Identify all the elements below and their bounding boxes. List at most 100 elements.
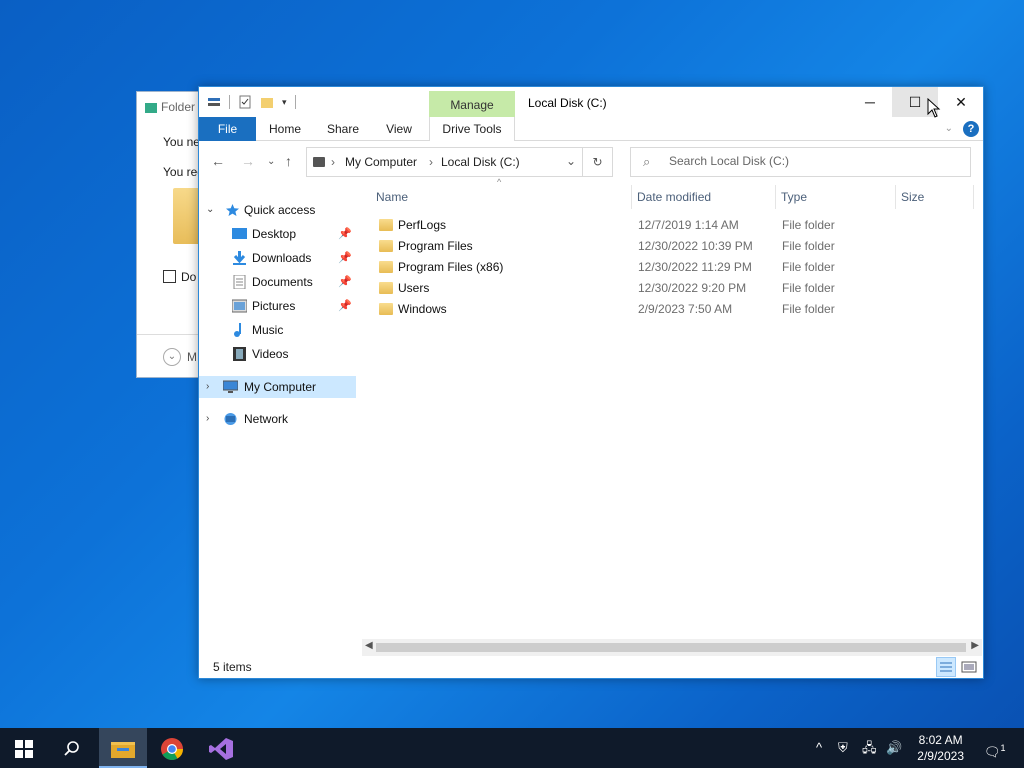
file-name: PerfLogs — [398, 218, 447, 232]
search-icon — [64, 741, 79, 756]
file-explorer-window: ▾ Manage Local Disk (C:) ─ ☐ ✕ File Home… — [198, 86, 984, 679]
chevron-right-icon[interactable]: › — [206, 376, 209, 398]
file-name: Users — [398, 281, 430, 295]
breadcrumb-local-disk[interactable]: Local Disk (C:) — [441, 155, 520, 169]
nav-label: Downloads — [252, 251, 312, 265]
search-input[interactable] — [669, 154, 959, 168]
forward-button[interactable]: → — [241, 153, 255, 169]
horizontal-scrollbar[interactable]: ◀ ▶ — [362, 639, 982, 656]
network-icon[interactable]: 🖧 — [862, 728, 877, 768]
security-icon[interactable]: ⛨ — [838, 728, 848, 768]
scroll-right-icon[interactable]: ▶ — [971, 640, 979, 651]
folder-options-icon — [145, 102, 157, 113]
file-type: File folder — [782, 260, 835, 274]
file-type: File folder — [782, 302, 835, 316]
visual-studio-taskbar-button[interactable] — [197, 728, 245, 768]
new-folder-icon[interactable] — [260, 95, 274, 109]
visual-studio-icon — [209, 738, 233, 761]
window-title: Local Disk (C:) — [528, 96, 607, 110]
address-bar[interactable]: › My Computer › Local Disk (C:) ⌄ ↻ — [306, 147, 613, 177]
scrollbar-thumb[interactable] — [376, 643, 966, 652]
tab-file[interactable]: File — [199, 117, 256, 141]
file-type: File folder — [782, 239, 835, 253]
close-button[interactable]: ✕ — [938, 87, 984, 117]
search-box[interactable]: ⌕ — [630, 147, 971, 177]
chevron-right-icon[interactable]: › — [331, 155, 335, 169]
list-item[interactable]: Program Files (x86) 12/30/2022 11:29 PM … — [375, 257, 975, 278]
file-name: Program Files — [398, 239, 473, 253]
clock-date: 2/9/2023 — [917, 749, 964, 763]
sidebar-item-documents[interactable]: Documents 📌 — [199, 271, 356, 293]
navigation-pane: ⌄ Quick access Desktop 📌 Downloads 📌 Doc… — [199, 197, 356, 667]
more-details-label[interactable]: M — [187, 350, 197, 364]
tab-view[interactable]: View — [377, 117, 421, 141]
recent-locations-icon[interactable]: ⌄ — [267, 156, 275, 167]
pin-icon: 📌 — [338, 276, 352, 288]
dialog-checkbox[interactable] — [163, 270, 176, 283]
explorer-menu-icon[interactable] — [207, 95, 221, 109]
nav-quick-access[interactable]: ⌄ Quick access — [199, 199, 356, 221]
volume-icon[interactable]: 🔊 — [886, 728, 902, 768]
folder-icon — [379, 219, 393, 231]
help-icon[interactable]: ? — [963, 121, 979, 137]
clock-time: 8:02 AM — [918, 733, 963, 747]
column-header-size[interactable]: Size — [901, 185, 924, 209]
divider — [294, 95, 296, 109]
status-item-count: 5 items — [213, 660, 252, 674]
column-header-date[interactable]: Date modified — [637, 185, 711, 209]
list-item[interactable]: Windows 2/9/2023 7:50 AM File folder — [375, 299, 975, 320]
large-icons-view-button[interactable] — [959, 657, 979, 677]
column-divider[interactable] — [631, 185, 632, 209]
tab-share[interactable]: Share — [319, 117, 367, 141]
chrome-taskbar-button[interactable] — [148, 728, 196, 768]
tab-home[interactable]: Home — [261, 117, 309, 141]
nav-label: Pictures — [252, 299, 296, 313]
sidebar-item-downloads[interactable]: Downloads 📌 — [199, 247, 356, 269]
chevron-down-icon[interactable]: ⌄ — [163, 348, 181, 366]
chevron-down-icon[interactable]: ⌄ — [206, 199, 214, 221]
column-divider[interactable] — [775, 185, 776, 209]
list-item[interactable]: Users 12/30/2022 9:20 PM File folder — [375, 278, 975, 299]
sidebar-item-desktop[interactable]: Desktop 📌 — [199, 223, 356, 245]
refresh-button[interactable]: ↻ — [582, 148, 612, 176]
back-button[interactable]: ← — [211, 153, 225, 169]
list-item[interactable]: PerfLogs 12/7/2019 1:14 AM File folder — [375, 215, 975, 236]
breadcrumb-my-computer[interactable]: My Computer — [345, 155, 417, 169]
sidebar-item-videos[interactable]: Videos — [199, 343, 356, 365]
column-header-name[interactable]: Name — [376, 185, 408, 209]
title-bar[interactable]: ▾ Manage Local Disk (C:) ─ ☐ ✕ — [199, 87, 984, 119]
nav-label: Documents — [252, 275, 313, 289]
customize-toolbar-icon[interactable]: ▾ — [282, 97, 287, 108]
list-item[interactable]: Program Files 12/30/2022 10:39 PM File f… — [375, 236, 975, 257]
column-header-type[interactable]: Type — [781, 185, 807, 209]
nav-label: Videos — [252, 347, 289, 361]
show-hidden-icons-button[interactable]: ^ — [816, 728, 822, 768]
file-type: File folder — [782, 218, 835, 232]
sidebar-item-music[interactable]: Music — [199, 319, 356, 341]
chevron-right-icon[interactable]: › — [206, 408, 209, 430]
notifications-button[interactable]: 🗨1 — [984, 728, 1006, 768]
file-explorer-taskbar-button[interactable] — [99, 728, 147, 768]
start-button[interactable] — [0, 728, 48, 768]
up-button[interactable]: ↑ — [285, 153, 292, 169]
ribbon-tabs: File Home Share View Drive Tools — [199, 117, 983, 141]
chevron-right-icon[interactable]: › — [429, 155, 433, 169]
desktop-icon — [232, 228, 247, 239]
details-view-button[interactable] — [936, 657, 956, 677]
properties-icon[interactable] — [238, 95, 252, 109]
minimize-button[interactable]: ─ — [847, 87, 893, 117]
column-divider[interactable] — [895, 185, 896, 209]
sidebar-item-my-computer[interactable]: › My Computer — [199, 376, 356, 398]
clock[interactable]: 8:02 AM 2/9/2023 — [917, 732, 964, 764]
scroll-left-icon[interactable]: ◀ — [365, 640, 373, 651]
tab-drive-tools[interactable]: Drive Tools — [429, 117, 515, 141]
column-divider[interactable] — [973, 185, 974, 209]
chevron-down-icon[interactable]: ⌄ — [566, 154, 576, 168]
search-button[interactable] — [48, 728, 96, 768]
tab-manage[interactable]: Manage — [429, 91, 515, 119]
expand-ribbon-icon[interactable]: ⌄ — [945, 123, 953, 134]
background-folder-dialog[interactable]: Folder You ne You rec Do ⌄ M — [136, 91, 206, 378]
nav-label: Network — [244, 412, 289, 426]
sidebar-item-network[interactable]: › Network — [199, 408, 356, 430]
sidebar-item-pictures[interactable]: Pictures 📌 — [199, 295, 356, 317]
